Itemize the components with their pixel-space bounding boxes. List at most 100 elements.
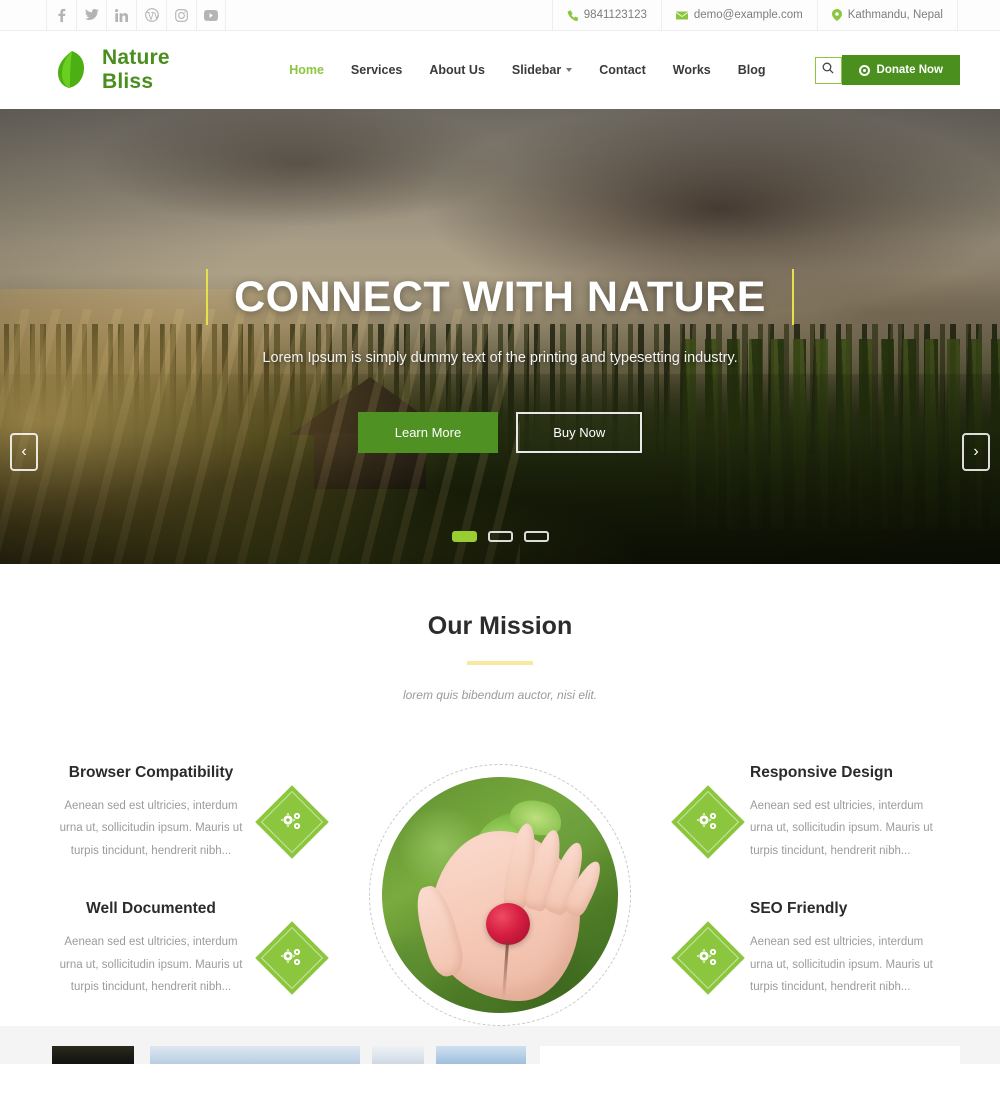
mission-title: Our Mission: [427, 612, 573, 640]
feature-text: SEO Friendly Aenean sed est ultricies, i…: [750, 900, 948, 998]
brand-name: Nature Bliss: [102, 46, 170, 93]
gears-icon[interactable]: [255, 785, 329, 859]
phone-info[interactable]: 9841123123: [551, 0, 661, 30]
nav-item-slidebar[interactable]: Slidebar: [511, 63, 573, 77]
linkedin-icon[interactable]: [106, 0, 136, 30]
wordpress-icon[interactable]: [136, 0, 166, 30]
gears-icon[interactable]: [255, 921, 329, 996]
feature-title: Responsive Design: [750, 764, 893, 781]
nav-item-works[interactable]: Works: [673, 63, 711, 77]
feature-responsive-design: Responsive Design Aenean sed est ultrici…: [671, 764, 948, 862]
nav-label: Contact: [599, 63, 646, 77]
hand-holding-radish-image: [364, 764, 636, 1026]
facebook-icon[interactable]: [46, 0, 76, 30]
feature-description: Aenean sed est ultricies, interdum urna …: [750, 800, 933, 857]
instagram-icon[interactable]: [166, 0, 196, 30]
top-bar: 9841123123 demo@example.com Kathmandu, N…: [0, 0, 1000, 31]
contact-info: 9841123123 demo@example.com Kathmandu, N…: [551, 0, 1000, 30]
gears-glyph: [696, 811, 720, 833]
feature-text: Responsive Design Aenean sed est ultrici…: [750, 764, 948, 862]
nav-label: Blog: [737, 63, 766, 77]
slider-dot-2[interactable]: [487, 531, 513, 542]
nav-label: Home: [289, 63, 324, 77]
title-accent-bar-right: [791, 269, 795, 325]
gears-icon[interactable]: [671, 921, 745, 996]
next-section-preview: [0, 1026, 1000, 1064]
nav-label: Services: [350, 63, 403, 77]
hero-title-wrap: CONNECT WITH NATURE: [205, 269, 795, 325]
page-bottom-area: [0, 1026, 1000, 1064]
email-address: demo@example.com: [693, 9, 803, 21]
slider-dot-1[interactable]: [451, 531, 477, 542]
preview-thumb: [150, 1046, 360, 1064]
nav-label: Works: [672, 63, 711, 77]
leaf-icon: [52, 49, 90, 91]
main-navigation: Home Services About Us Slidebar Contact …: [289, 56, 842, 84]
email-info[interactable]: demo@example.com: [660, 0, 817, 30]
hero-content: CONNECT WITH NATURE Lorem Ipsum is simpl…: [0, 109, 1000, 564]
feature-text: Well Documented Aenean sed est ultricies…: [52, 900, 250, 998]
mission-section: Our Mission lorem quis bibendum auctor, …: [0, 564, 1000, 1026]
gears-glyph: [280, 811, 304, 833]
preview-thumb: [52, 1046, 134, 1064]
features-section: Browser Compatibility Aenean sed est ult…: [0, 764, 1000, 1026]
map-pin-icon: [831, 9, 842, 21]
gears-glyph: [696, 947, 720, 969]
donate-circle-icon: [858, 64, 870, 76]
youtube-icon[interactable]: [196, 0, 226, 30]
site-header: Nature Bliss Home Services About Us Slid…: [0, 31, 1000, 109]
preview-panel: [540, 1046, 960, 1064]
hero-slider: CONNECT WITH NATURE Lorem Ipsum is simpl…: [0, 109, 1000, 564]
gears-glyph: [280, 947, 304, 969]
feature-title: Browser Compatibility: [68, 764, 234, 781]
nav-item-about-us[interactable]: About Us: [429, 63, 485, 77]
brand-logo[interactable]: Nature Bliss: [52, 46, 183, 94]
location-info[interactable]: Kathmandu, Nepal: [816, 0, 958, 30]
phone-number: 9841123123: [583, 9, 647, 21]
radish-bulb: [486, 903, 530, 945]
slider-dot-3[interactable]: [523, 531, 549, 542]
nav-item-blog[interactable]: Blog: [738, 63, 766, 77]
feature-description: Aenean sed est ultricies, interdum urna …: [59, 800, 243, 857]
donate-now-button[interactable]: Donate Now: [841, 55, 960, 85]
nav-item-contact[interactable]: Contact: [599, 63, 646, 77]
preview-thumb: [436, 1046, 526, 1064]
envelope-icon: [675, 11, 688, 20]
search-icon: [822, 61, 834, 79]
slider-next-arrow[interactable]: ›: [962, 433, 990, 471]
feature-seo-friendly: SEO Friendly Aenean sed est ultricies, i…: [671, 900, 948, 998]
hero-buttons: Learn More Buy Now: [357, 412, 643, 453]
nav-label: About Us: [429, 63, 485, 77]
phone-icon: [567, 9, 578, 21]
mission-divider: [467, 661, 533, 665]
feature-browser-compatibility: Browser Compatibility Aenean sed est ult…: [52, 764, 329, 862]
feature-text: Browser Compatibility Aenean sed est ult…: [52, 764, 250, 862]
social-links: [46, 0, 226, 30]
nav-item-services[interactable]: Services: [351, 63, 402, 77]
twitter-icon[interactable]: [76, 0, 106, 30]
buy-now-button[interactable]: Buy Now: [516, 412, 643, 453]
feature-description: Aenean sed est ultricies, interdum urna …: [59, 936, 243, 994]
dashed-ring: [369, 764, 631, 1026]
slider-prev-arrow[interactable]: ‹: [10, 433, 38, 471]
features-left-column: Browser Compatibility Aenean sed est ult…: [52, 764, 329, 999]
hero-title: CONNECT WITH NATURE: [234, 272, 766, 321]
search-button[interactable]: [814, 56, 842, 84]
location-text: Kathmandu, Nepal: [847, 9, 943, 21]
preview-thumb: [372, 1046, 424, 1064]
feature-title: SEO Friendly: [750, 900, 848, 918]
features-right-column: Responsive Design Aenean sed est ultrici…: [671, 764, 948, 999]
feature-title: Well Documented: [86, 900, 216, 918]
learn-more-button[interactable]: Learn More: [357, 412, 499, 453]
feature-well-documented: Well Documented Aenean sed est ultricies…: [52, 900, 329, 998]
hero-subtitle: Lorem Ipsum is simply dummy text of the …: [262, 350, 738, 366]
nav-item-home[interactable]: Home: [289, 63, 324, 77]
feature-description: Aenean sed est ultricies, interdum urna …: [750, 936, 933, 994]
gears-icon[interactable]: [671, 785, 745, 859]
chevron-down-icon: [566, 68, 573, 72]
mission-photo: [382, 777, 618, 1013]
mission-subtitle: lorem quis bibendum auctor, nisi elit.: [402, 688, 598, 702]
nav-label: Slidebar: [511, 63, 562, 77]
slider-pagination: [0, 531, 1000, 542]
